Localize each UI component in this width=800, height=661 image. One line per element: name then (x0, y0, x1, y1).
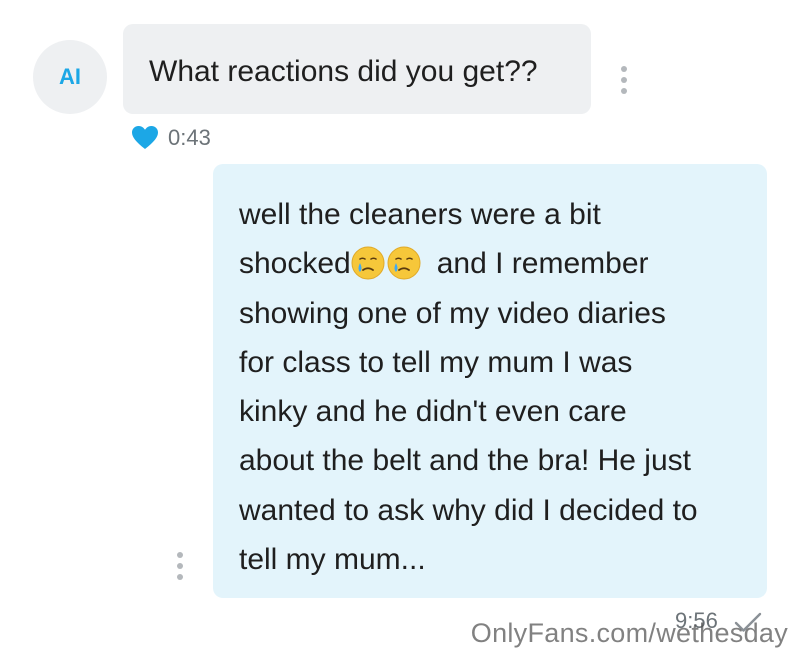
message-fragment: and I remember (436, 247, 649, 281)
incoming-message-bubble[interactable]: What reactions did you get?? (123, 24, 591, 114)
incoming-message-text: What reactions did you get?? (149, 55, 538, 88)
message-line: wanted to ask why did I decided to (239, 493, 698, 527)
crying-face-emoji (387, 246, 421, 280)
message-line: showing one of my video diaries (239, 296, 666, 330)
avatar-initials: AI (59, 64, 81, 89)
incoming-message-meta: 0:43 (132, 124, 211, 152)
outgoing-message-bubble[interactable]: well the cleaners were a bit shocked and… (213, 164, 767, 598)
message-options-icon[interactable] (176, 552, 184, 580)
message-line: for class to tell my mum I was (239, 345, 633, 379)
message-line: tell my mum... (239, 543, 426, 577)
message-line: kinky and he didn't even care (239, 395, 627, 429)
message-line: shocked and I remember (239, 239, 757, 288)
watermark: OnlyFans.com/wethesday (470, 618, 788, 648)
avatar[interactable]: AI (33, 40, 107, 114)
message-line: well the cleaners were a bit (239, 198, 601, 231)
incoming-message-time: 0:43 (168, 125, 211, 150)
message-fragment: shocked (239, 247, 351, 281)
message-line: about the belt and the bra! He just (239, 444, 691, 478)
chat-view: AI What reactions did you get?? 0:43 wel… (0, 0, 800, 661)
heart-icon[interactable] (132, 126, 158, 150)
message-options-icon[interactable] (620, 66, 628, 94)
crying-face-emoji (351, 246, 385, 280)
